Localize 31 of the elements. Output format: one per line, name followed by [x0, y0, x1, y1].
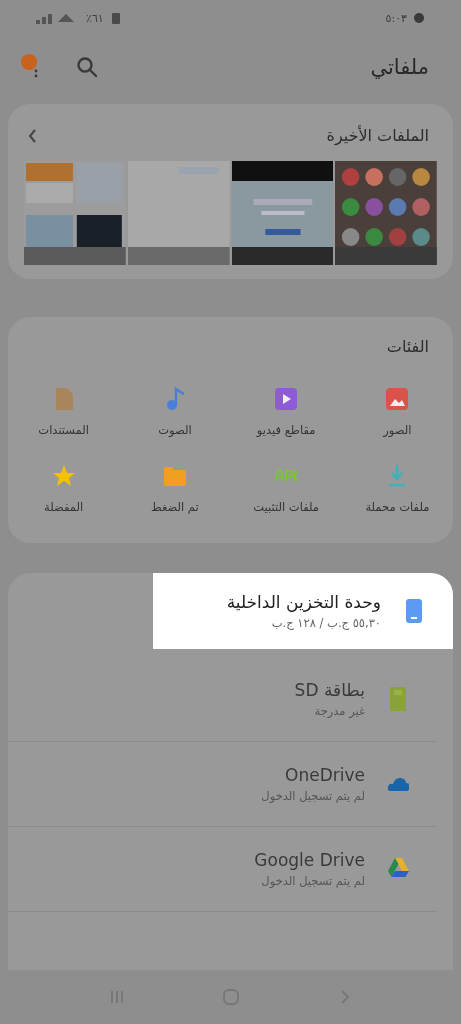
image-icon[interactable] — [384, 386, 411, 412]
sd-card-icon — [387, 685, 409, 712]
section-title: الفئات — [385, 337, 429, 356]
battery-level: ٦١٪ — [86, 11, 104, 25]
search-icon[interactable] — [76, 56, 98, 78]
storage-detail: لم يتم تسجيل الدخول — [261, 788, 365, 803]
storage-name: Google Drive — [254, 849, 365, 870]
storage-detail: ٥٥,٣٠ ج.ب / ١٢٨ ج.ب — [270, 615, 381, 630]
category-label[interactable]: ملفات التثبيت — [253, 499, 319, 517]
settings-icon — [413, 12, 425, 24]
storage-name: بطاقة SD — [294, 679, 365, 700]
category-label[interactable]: ملفات محملة — [365, 499, 430, 517]
storage-name: OneDrive — [284, 764, 365, 785]
category-label[interactable]: الصور — [383, 422, 412, 440]
section-title: الملفات الأخيرة — [326, 126, 429, 145]
battery-icon — [109, 12, 122, 24]
storage-detail: غير مدرجة — [313, 703, 365, 718]
storage-item[interactable]: بطاقة SD غير مدرجة — [8, 656, 437, 742]
category-label[interactable]: تم الضغط — [151, 499, 199, 517]
category-label[interactable]: الصوت — [158, 422, 192, 440]
clock-time: ٥:٠٣ — [385, 11, 407, 25]
phone-icon — [403, 597, 425, 624]
storage-name: وحدة التخزين الداخلية — [226, 591, 381, 612]
chevron-icon[interactable] — [28, 127, 38, 144]
category-label[interactable]: المفضلة — [44, 499, 84, 517]
play-icon[interactable] — [273, 386, 300, 412]
app-title: ملفاتي — [370, 55, 429, 79]
category-label[interactable]: المستندات — [38, 422, 89, 440]
category-label[interactable]: مقاطع فيديو — [256, 422, 316, 440]
storage-detail: لم يتم تسجيل الدخول — [260, 873, 365, 888]
storage-item[interactable]: وحدة التخزين الداخلية ٥٥,٣٠ ج.ب / ١٢٨ ج.ب — [153, 572, 453, 649]
